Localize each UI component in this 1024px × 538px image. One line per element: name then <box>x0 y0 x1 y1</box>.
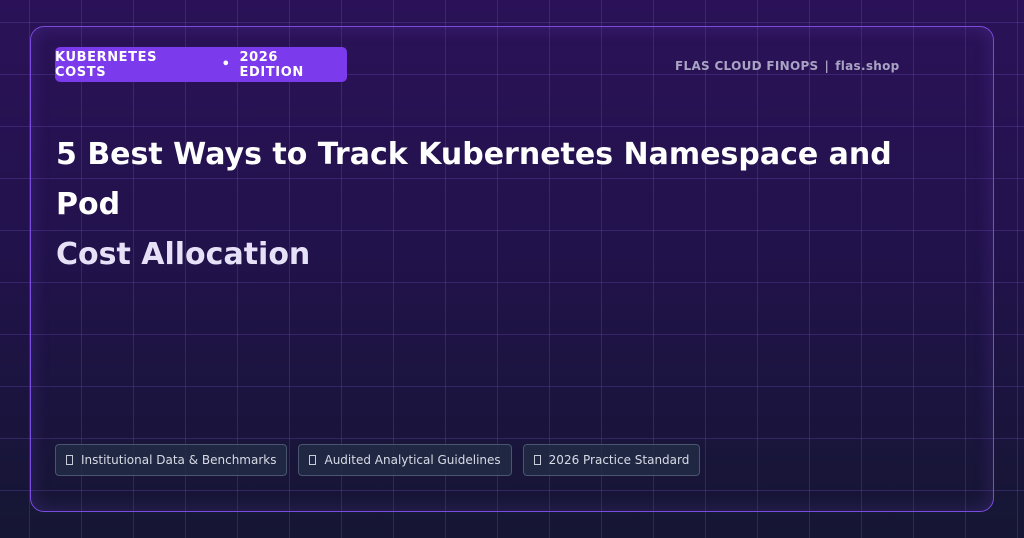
brand-name: FLAS CLOUD FINOPS <box>675 59 819 73</box>
badge-edition: 2026 EDITION <box>239 49 304 80</box>
chip-label: 2026 Practice Standard <box>548 453 690 467</box>
feature-chips: Institutional Data & Benchmarks Audited … <box>55 444 701 476</box>
badge-separator: • <box>221 57 231 72</box>
page-title: 5 Best Ways to Track Kubernetes Namespac… <box>56 130 956 280</box>
chip-label: Audited Analytical Guidelines <box>324 453 501 467</box>
category-badge: KUBERNETES COSTS • 2026 EDITION <box>55 47 347 82</box>
title-line-2: Cost Allocation <box>56 237 311 272</box>
chip-practice-standard: 2026 Practice Standard <box>522 444 701 476</box>
chip-label: Institutional Data & Benchmarks <box>81 453 277 467</box>
badge-category: KUBERNETES COSTS <box>55 49 158 80</box>
brand-separator: | <box>824 59 830 73</box>
missing-glyph-icon <box>66 455 73 465</box>
brand-domain[interactable]: flas.shop <box>835 59 899 73</box>
brand-label: FLAS CLOUD FINOPS | flas.shop <box>675 59 900 73</box>
missing-glyph-icon <box>309 455 317 465</box>
chip-audited-guidelines: Audited Analytical Guidelines <box>298 444 512 476</box>
title-line-1: 5 Best Ways to Track Kubernetes Namespac… <box>56 137 892 222</box>
missing-glyph-icon <box>533 455 541 465</box>
chip-institutional-data: Institutional Data & Benchmarks <box>55 444 288 476</box>
